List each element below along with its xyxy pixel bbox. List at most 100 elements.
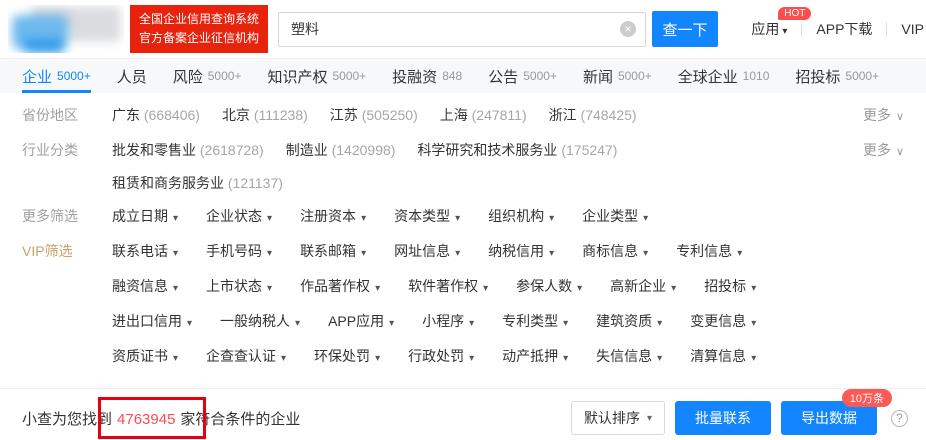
filter-dropdown[interactable]: 注册资本▾ (300, 200, 366, 235)
industry-options: 批发和零售业 (2618728) 制造业 (1420998) 科学研究和技术服务业 … (112, 134, 863, 167)
caret-down-icon: ▾ (563, 353, 568, 364)
clear-search-icon[interactable]: × (620, 21, 636, 37)
filter-option[interactable]: 广东 (668406) (112, 99, 200, 132)
tab-公告[interactable]: 公告5000+ (488, 59, 557, 93)
filter-dropdown[interactable]: 失信信息▾ (596, 340, 662, 375)
filter-option[interactable]: 租赁和商务服务业 (121137) (112, 167, 283, 200)
tab-企业[interactable]: 企业5000+ (22, 59, 91, 93)
batch-contact-button[interactable]: 批量联系 (675, 401, 771, 435)
filter-dropdown[interactable]: 专利信息▾ (676, 235, 742, 270)
caret-down-icon: ▾ (455, 248, 460, 259)
results-summary: 小查为您找到4763945家符合条件的企业 (22, 408, 300, 429)
filter-dropdown[interactable]: 变更信息▾ (690, 305, 756, 340)
chevron-down-icon: ▾ (647, 413, 652, 424)
filter-row-more-filters: 更多筛选 成立日期▾ 企业状态▾ 注册资本▾ 资本类型▾ 组织机构▾ 企业类型▾ (22, 200, 904, 235)
vip-options-row2: 融资信息▾ 上市状态▾ 作品著作权▾ 软件著作权▾ 参保人数▾ 高新企业▾ 招投标▾ (112, 270, 904, 305)
filter-dropdown[interactable]: 环保处罚▾ (314, 340, 380, 375)
filter-option[interactable]: 北京 (111238) (222, 99, 308, 132)
results-actions: 默认排序▾ 批量联系 导出数据 10万条 ? (571, 401, 908, 435)
tab-知识产权[interactable]: 知识产权5000+ (267, 59, 366, 93)
filter-dropdown[interactable]: 联系电话▾ (112, 235, 178, 270)
filter-dropdown[interactable]: 商标信息▾ (582, 235, 648, 270)
filter-dropdown[interactable]: 企业类型▾ (582, 200, 648, 235)
filter-option[interactable]: 科学研究和技术服务业 (175247) (417, 134, 617, 167)
filter-dropdown[interactable]: APP应用▾ (328, 305, 394, 340)
caret-down-icon: ▾ (173, 283, 178, 294)
caret-down-icon: ▾ (375, 353, 380, 364)
caret-down-icon: ▾ (737, 248, 742, 259)
filter-dropdown[interactable]: 进出口信用▾ (112, 305, 192, 340)
filter-dropdown[interactable]: 资本类型▾ (394, 200, 460, 235)
vip-options-row1: 联系电话▾ 手机号码▾ 联系邮箱▾ 网址信息▾ 纳税信用▾ 商标信息▾ 专利信息▾ (112, 235, 904, 270)
filter-dropdown[interactable]: 融资信息▾ (112, 270, 178, 305)
filter-dropdown[interactable]: 建筑资质▾ (596, 305, 662, 340)
filter-option[interactable]: 制造业 (1420998) (286, 134, 396, 167)
search-button[interactable]: 查一下 (652, 11, 718, 47)
vip-link[interactable]: VIP (901, 21, 924, 37)
caret-down-icon: ▾ (173, 353, 178, 364)
filter-dropdown[interactable]: 组织机构▾ (488, 200, 554, 235)
filter-dropdown[interactable]: 高新企业▾ (610, 270, 676, 305)
caret-down-icon: ▾ (455, 213, 460, 224)
filter-row-vip-2: 融资信息▾ 上市状态▾ 作品著作权▾ 软件著作权▾ 参保人数▾ 高新企业▾ 招投标▾ (22, 270, 904, 305)
filter-dropdown[interactable]: 作品著作权▾ (300, 270, 380, 305)
caret-down-icon: ▾ (267, 213, 272, 224)
filter-dropdown[interactable]: 招投标▾ (704, 270, 756, 305)
filter-row-vip-1: VIP筛选 联系电话▾手机号码▾联系邮箱▾网址信息▾纳税信用▾商标信息▾专利信息… (22, 235, 904, 270)
app-download-link[interactable]: APP下载 (816, 19, 872, 39)
caret-down-icon: ▾ (389, 318, 394, 329)
filter-dropdown[interactable]: 纳税信用▾ (488, 235, 554, 270)
caret-down-icon: ▾ (751, 353, 756, 364)
tab-新闻[interactable]: 新闻5000+ (583, 59, 652, 93)
results-bar: 小查为您找到4763945家符合条件的企业 默认排序▾ 批量联系 导出数据 10… (0, 388, 926, 440)
filter-dropdown[interactable]: 上市状态▾ (206, 270, 272, 305)
filter-option[interactable]: 浙江 (748425) (549, 99, 637, 132)
filter-dropdown[interactable]: 成立日期▾ (112, 200, 178, 235)
filter-dropdown[interactable]: 企业状态▾ (206, 200, 272, 235)
province-more-button[interactable]: 更多∨ (863, 99, 904, 134)
caret-down-icon: ▾ (643, 248, 648, 259)
export-limit-badge: 10万条 (842, 389, 892, 407)
filter-option[interactable]: 上海 (247811) (440, 99, 527, 132)
filter-dropdown[interactable]: 参保人数▾ (516, 270, 582, 305)
filter-option[interactable]: 江苏 (505250) (330, 99, 418, 132)
divider (886, 22, 887, 37)
filter-dropdown[interactable]: 联系邮箱▾ (300, 235, 366, 270)
filter-row-province: 省份地区 广东 (668406) 北京 (111238) 江苏 (505250) 上海… (22, 99, 904, 134)
filter-dropdown[interactable]: 网址信息▾ (394, 235, 460, 270)
filter-dropdown[interactable]: 小程序▾ (422, 305, 474, 340)
caret-down-icon: ▾ (483, 283, 488, 294)
results-suffix: 家符合条件的企业 (180, 411, 300, 428)
filter-row-vip-3: 进出口信用▾ 一般纳税人▾ APP应用▾ 小程序▾ 专利类型▾ 建筑资质▾ 变更信息▾ (22, 305, 904, 340)
filter-dropdown[interactable]: 软件著作权▾ (408, 270, 488, 305)
province-row-label: 省份地区 (22, 99, 112, 132)
filter-dropdown[interactable]: 动产抵押▾ (502, 340, 568, 375)
tab-投融资[interactable]: 投融资848 (392, 59, 462, 93)
filter-dropdown[interactable]: 企查查认证▾ (206, 340, 286, 375)
search-input[interactable] (278, 12, 646, 47)
caret-down-icon: ▾ (361, 248, 366, 259)
filter-dropdown[interactable]: 清算信息▾ (690, 340, 756, 375)
vip-options-row4: 资质证书▾ 企查查认证▾ 环保处罚▾ 行政处罚▾ 动产抵押▾ 失信信息▾ 清算信息▾ (112, 340, 904, 375)
filter-dropdown[interactable]: 资质证书▾ (112, 340, 178, 375)
industry-more-button[interactable]: 更多∨ (863, 134, 904, 169)
filter-dropdown[interactable]: 一般纳税人▾ (220, 305, 300, 340)
filter-panel: 省份地区 广东 (668406) 北京 (111238) 江苏 (505250) 上海… (0, 93, 926, 379)
apps-menu[interactable]: 应用▾ HOT (751, 19, 787, 39)
tab-全球企业[interactable]: 全球企业1010 (678, 59, 770, 93)
logo-redacted-blur (8, 5, 124, 53)
filter-row-industry: 行业分类 批发和零售业 (2618728)制造业 (1420998)科学研究和技… (22, 134, 904, 200)
tab-风险[interactable]: 风险5000+ (173, 59, 242, 93)
filter-dropdown[interactable]: 手机号码▾ (206, 235, 272, 270)
tab-招投标[interactable]: 招投标5000+ (795, 59, 879, 93)
site-logo[interactable] (8, 5, 124, 53)
tab-人员[interactable]: 人员 (117, 59, 147, 93)
more-filters-row-label: 更多筛选 (22, 200, 112, 233)
caret-down-icon: ▾ (173, 213, 178, 224)
help-icon[interactable]: ? (891, 410, 908, 427)
filter-dropdown[interactable]: 专利类型▾ (502, 305, 568, 340)
filter-dropdown[interactable]: 行政处罚▾ (408, 340, 474, 375)
filter-option[interactable]: 批发和零售业 (2618728) (112, 134, 264, 167)
caret-down-icon: ▾ (267, 248, 272, 259)
sort-dropdown[interactable]: 默认排序▾ (571, 401, 665, 435)
